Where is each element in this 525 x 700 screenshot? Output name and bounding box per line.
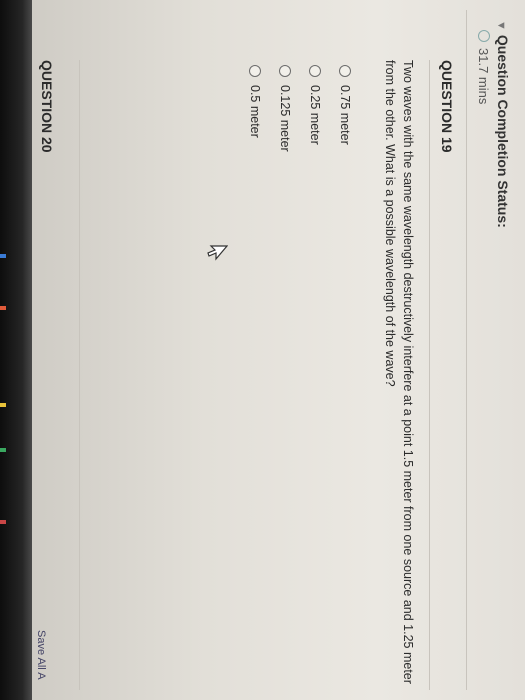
answer-option[interactable]: 0.125 meter (278, 65, 292, 152)
answer-option[interactable]: 0.25 meter (308, 65, 322, 145)
answer-option-label: 0.5 meter (248, 85, 262, 138)
timer-value: 31.7 mins (476, 48, 491, 105)
monitor-bezel (0, 0, 32, 700)
question-19-prompt: Two waves with the same wavelength destr… (383, 60, 415, 684)
divider (79, 60, 80, 690)
divider (429, 60, 430, 690)
taskbar-marker (0, 254, 6, 258)
radio-button[interactable] (309, 65, 321, 77)
quiz-page: ▼ Question Completion Status: 31.7 mins Q… (32, 0, 525, 700)
clock-icon (478, 30, 490, 42)
question-20-heading: QUESTION 20 (39, 60, 55, 153)
question-19-heading: QUESTION 19 (439, 60, 455, 153)
taskbar-marker (0, 306, 6, 310)
radio-button[interactable] (339, 65, 351, 77)
taskbar-marker (0, 448, 6, 452)
screen: ▼ Question Completion Status: 31.7 mins Q… (32, 0, 525, 700)
answer-option-label: 0.75 meter (338, 85, 352, 145)
answer-option-label: 0.125 meter (278, 85, 292, 152)
save-all-button[interactable]: Save All A (35, 630, 47, 680)
timer: 31.7 mins (476, 30, 491, 104)
status-title: Question Completion Status: (495, 34, 511, 228)
question-completion-status[interactable]: ▼ Question Completion Status: (495, 20, 511, 228)
answer-option-label: 0.25 meter (308, 85, 322, 145)
taskbar-marker (0, 403, 6, 407)
answer-option[interactable]: 0.5 meter (248, 65, 262, 138)
mouse-cursor-icon (207, 245, 228, 261)
divider (466, 10, 467, 690)
taskbar-marker (0, 520, 6, 524)
radio-button[interactable] (279, 65, 291, 77)
chevron-down-icon: ▼ (495, 20, 507, 31)
answer-option[interactable]: 0.75 meter (338, 65, 352, 145)
radio-button[interactable] (249, 65, 261, 77)
